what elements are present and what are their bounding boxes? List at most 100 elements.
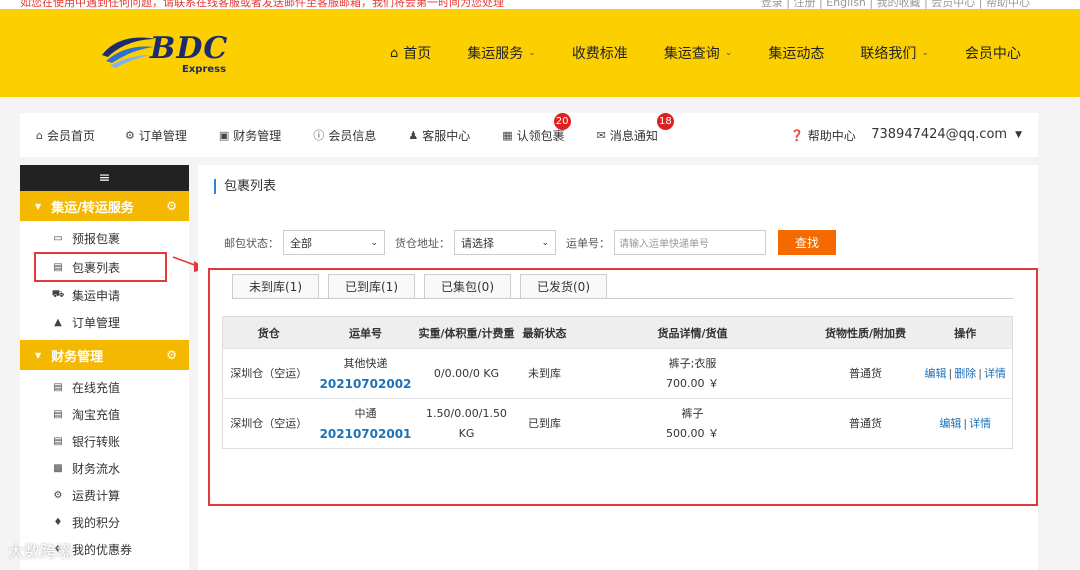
member-nav-service[interactable]: ♟ 客服中心 <box>408 127 470 144</box>
sidebar-item-bank[interactable]: ▤ 银行转账 <box>20 428 189 455</box>
waybill-number[interactable]: 20210702001 <box>315 424 417 444</box>
user-icon: ♟ <box>408 128 419 142</box>
sidebar-item-points[interactable]: ♦ 我的积分 <box>20 509 189 536</box>
home-icon: ⌂ <box>390 45 399 61</box>
col-nature: 货物性质/附加费 <box>812 316 919 349</box>
chart-icon: ▩ <box>53 463 63 474</box>
delete-link[interactable]: 删除 <box>954 367 976 380</box>
main-panel: 包裹列表 邮包状态： 全部 ⌄ 货仓地址： 请选择 ⌄ 运单号： 请输入运单快递单号… <box>198 165 1038 570</box>
tab-not-arrived[interactable]: 未到库(1) <box>232 274 319 298</box>
main-nav: ⌂ 首页 集运服务 ⌄ 收费标准 集运查询 ⌄ 集运动态 联络我们 ⌄ 会员中心 <box>390 9 1057 97</box>
mail-icon: ✉ <box>596 128 606 142</box>
carrier-name: 其他快递 <box>343 356 388 370</box>
goods-detail: 裤子 <box>681 406 704 420</box>
member-nav-claim[interactable]: ▦ 认领包裹 20 <box>502 112 571 144</box>
table-header-row: 货仓 运单号 实重/体积重/计费重 最新状态 货品详情/货值 货物性质/附加费 … <box>222 316 1013 349</box>
member-nav-info[interactable]: ⓘ 会员信息 <box>313 127 376 144</box>
cell-warehouse: 深圳仓（空运） <box>222 348 315 399</box>
detail-link[interactable]: 详情 <box>969 417 991 430</box>
nav-member-center[interactable]: 会员中心 <box>965 43 1021 63</box>
member-nav-messages[interactable]: ✉ 消息通知 18 <box>596 112 674 144</box>
edit-link[interactable]: 编辑 <box>939 417 961 430</box>
waybill-label: 运单号： <box>566 236 610 250</box>
col-warehouse: 货仓 <box>222 316 315 349</box>
search-button[interactable]: 查找 <box>778 230 836 255</box>
nav-contact[interactable]: 联络我们 ⌄ <box>860 43 929 63</box>
filter-bar: 邮包状态： 全部 ⌄ 货仓地址： 请选择 ⌄ 运单号： 请输入运单快递单号 查找 <box>224 230 836 255</box>
gear-icon: ⚙ <box>166 199 177 213</box>
top-notice-strip: 如您在使用中遇到任何问题，请联系在线客服或者发送邮件至客服邮箱，我们将会第一时间… <box>0 0 1080 9</box>
sidebar-item-recharge[interactable]: ▤ 在线充值 <box>20 374 189 401</box>
carrier-name: 中通 <box>354 406 377 420</box>
user-email: 738947424@qq.com <box>871 127 1008 142</box>
bdc-logo[interactable]: BDC Express <box>100 27 230 79</box>
card-icon: ▤ <box>53 409 63 420</box>
cell-weight: 1.50/0.00/1.50 KG <box>416 398 517 449</box>
cell-weight: 0/0.00/0 KG <box>416 348 517 399</box>
sidebar-item-package-list[interactable]: ▤ 包裹列表 <box>34 252 167 282</box>
package-table: 货仓 运单号 实重/体积重/计费重 最新状态 货品详情/货值 货物性质/附加费 … <box>222 316 1013 449</box>
chevron-down-icon: ⌄ <box>921 48 929 58</box>
money-icon: ▣ <box>218 128 230 142</box>
sidebar-item-taobao[interactable]: ▤ 淘宝充值 <box>20 401 189 428</box>
cell-goods: 裤子;衣服 700.00 ￥ <box>572 348 813 399</box>
tab-shipped[interactable]: 已发货(0) <box>520 274 607 298</box>
member-nav-home[interactable]: ⌂ 会员首页 <box>36 127 95 144</box>
edit-link[interactable]: 编辑 <box>925 367 947 380</box>
warehouse-select[interactable]: 请选择 ⌄ <box>454 230 556 255</box>
sidebar-toggle[interactable]: ≡ <box>20 165 189 191</box>
warehouse-label: 货仓地址： <box>395 236 450 250</box>
book-icon: ▲ <box>54 317 62 328</box>
cell-actions: 编辑 | 详情 <box>918 398 1013 449</box>
chevron-down-icon: ⌄ <box>370 237 378 248</box>
sidebar-item-consolidation[interactable]: ⛟ 集运申请 <box>20 282 189 309</box>
package-icon: ▦ <box>502 128 513 142</box>
cell-warehouse: 深圳仓（空运） <box>222 398 315 449</box>
nav-home[interactable]: ⌂ 首页 <box>390 43 431 63</box>
member-nav-orders[interactable]: ⚙ 订单管理 <box>125 127 187 144</box>
nav-pricing[interactable]: 收费标准 <box>572 43 628 63</box>
status-label: 邮包状态： <box>224 236 279 250</box>
cell-nature: 普通货 <box>812 348 919 399</box>
message-count-badge: 18 <box>656 112 674 130</box>
col-goods: 货品详情/货值 <box>572 316 813 349</box>
separator: | <box>978 366 982 380</box>
nav-news[interactable]: 集运动态 <box>768 43 824 63</box>
gear-icon: ⚙ <box>125 128 135 142</box>
sidebar-item-flow[interactable]: ▩ 财务流水 <box>20 455 189 482</box>
cell-waybill: 其他快递 20210702002 <box>314 348 417 399</box>
tab-arrived[interactable]: 已到库(1) <box>328 274 415 298</box>
sidebar-group-finance[interactable]: ▼ 财务管理 ⚙ <box>20 340 189 370</box>
triangle-down-icon: ▼ <box>35 350 42 360</box>
goods-detail: 裤子;衣服 <box>668 356 717 370</box>
user-menu[interactable]: 738947424@qq.com ▼ <box>871 127 1022 142</box>
detail-link[interactable]: 详情 <box>984 367 1006 380</box>
goods-value: 700.00 ￥ <box>666 376 719 390</box>
list-icon: ▤ <box>53 261 63 273</box>
nav-services[interactable]: 集运服务 ⌄ <box>467 43 536 63</box>
member-nav-finance[interactable]: ▣ 财务管理 <box>219 127 281 144</box>
sidebar-item-calc[interactable]: ⚙ 运费计算 <box>20 482 189 509</box>
tab-packed[interactable]: 已集包(0) <box>424 274 511 298</box>
member-nav-help[interactable]: ❓ 帮助中心 <box>790 127 856 144</box>
cell-status: 未到库 <box>516 348 573 399</box>
logo-text: BDC <box>150 31 229 66</box>
sidebar-item-forecast[interactable]: ▭ 预报包裹 <box>20 225 189 252</box>
separator: | <box>948 366 953 380</box>
site-header: BDC Express ⌂ 首页 集运服务 ⌄ 收费标准 集运查询 ⌄ 集运动态 联络… <box>0 9 1080 97</box>
nav-tracking[interactable]: 集运查询 ⌄ <box>664 43 733 63</box>
gears-icon: ⚙ <box>53 490 63 501</box>
sidebar-item-orders[interactable]: ▲ 订单管理 <box>20 309 189 336</box>
forecast-icon: ▭ <box>53 233 63 244</box>
waybill-number[interactable]: 20210702002 <box>315 374 417 394</box>
package-list-highlight: 未到库(1) 已到库(1) 已集包(0) 已发货(0) 货仓 运单号 实重/体积… <box>208 268 1038 506</box>
status-select[interactable]: 全部 ⌄ <box>283 230 385 255</box>
member-nav-bar: ⌂ 会员首页 ⚙ 订单管理 ▣ 财务管理 ⓘ 会员信息 ♟ 客服中心 ▦ 认领包裹 20 ✉ 消… <box>20 112 1038 157</box>
waybill-input[interactable]: 请输入运单快递单号 <box>614 230 766 255</box>
sidebar-group-shipping[interactable]: ▼ 集运/转运服务 ⚙ <box>20 191 189 221</box>
claim-count-badge: 20 <box>553 112 571 130</box>
top-links[interactable]: 登录 | 注册 | English | 我的收藏 | 会员中心 | 帮助中心 <box>761 0 1030 9</box>
goods-value: 500.00 ￥ <box>666 426 719 440</box>
cell-nature: 普通货 <box>812 398 919 449</box>
separator: | <box>963 416 968 430</box>
